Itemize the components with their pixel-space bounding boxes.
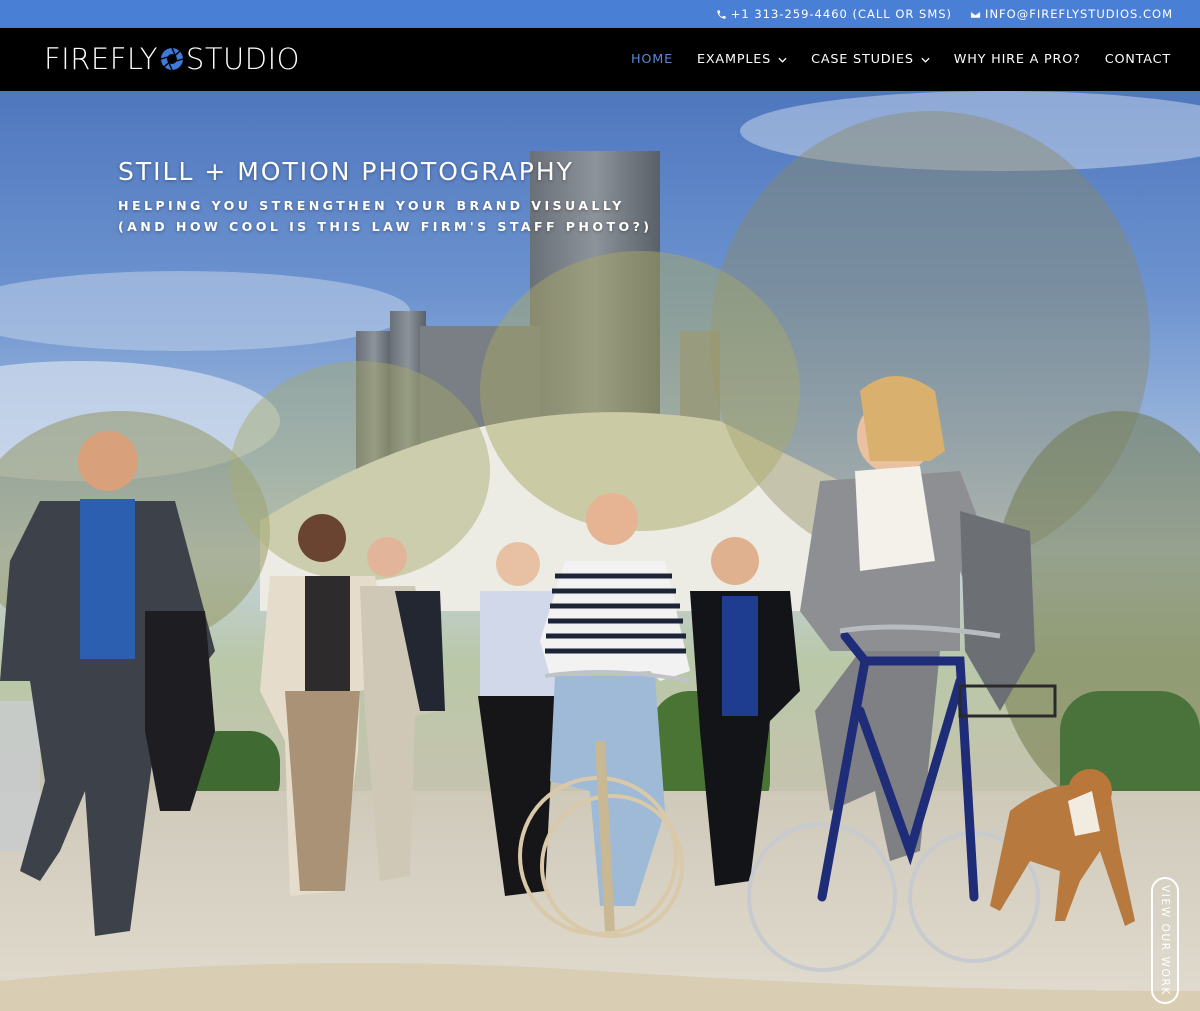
nav-case-studies-label: CASE STUDIES	[811, 52, 914, 67]
logo-text-firefly: FIREFLY	[44, 42, 158, 76]
hero-subtitle-line2: (AND HOW COOL IS THIS LAW FIRM'S STAFF P…	[118, 219, 653, 234]
hero-section: STILL + MOTION PHOTOGRAPHY HELPING YOU S…	[0, 91, 1200, 1011]
logo-text-studio: STUDIO	[185, 42, 300, 76]
nav-case-studies[interactable]: CASE STUDIES	[811, 52, 930, 67]
envelope-icon	[970, 10, 981, 18]
nav-why-hire[interactable]: WHY HIRE A PRO?	[954, 52, 1081, 67]
hero-subtitle-line1: HELPING YOU STRENGTHEN YOUR BRAND VISUAL…	[118, 198, 625, 213]
top-contact-bar: +1 313-259-4460 (CALL OR SMS) INFO@FIREF…	[0, 0, 1200, 28]
main-header: FIREFLY STUDIO HOME EXAMPLES CASE STUDIE…	[0, 28, 1200, 91]
phone-text: +1 313-259-4460 (CALL OR SMS)	[730, 7, 953, 21]
site-logo[interactable]: FIREFLY STUDIO	[44, 42, 300, 76]
chevron-down-icon	[778, 57, 787, 63]
chevron-down-icon	[921, 57, 930, 63]
main-nav: HOME EXAMPLES CASE STUDIES WHY HIRE A PR…	[631, 28, 1171, 91]
view-our-work-button[interactable]: VIEW OUR WORK	[1151, 877, 1179, 1004]
nav-examples-label: EXAMPLES	[696, 52, 772, 67]
phone-link[interactable]: +1 313-259-4460 (CALL OR SMS)	[716, 7, 952, 21]
nav-why-hire-label: WHY HIRE A PRO?	[953, 52, 1081, 67]
hero-subtitle: HELPING YOU STRENGTHEN YOUR BRAND VISUAL…	[118, 195, 652, 237]
nav-home[interactable]: HOME	[631, 52, 673, 67]
hero-title: STILL + MOTION PHOTOGRAPHY	[118, 157, 574, 186]
nav-examples[interactable]: EXAMPLES	[697, 52, 787, 67]
phone-icon	[717, 9, 726, 19]
nav-contact[interactable]: CONTACT	[1105, 52, 1171, 67]
aperture-icon	[160, 47, 184, 71]
email-text: INFO@FIREFLYSTUDIOS.COM	[985, 7, 1173, 21]
email-link[interactable]: INFO@FIREFLYSTUDIOS.COM	[970, 7, 1173, 21]
nav-home-label: HOME	[630, 52, 673, 67]
view-our-work-label: VIEW OUR WORK	[1159, 885, 1171, 996]
nav-contact-label: CONTACT	[1104, 52, 1171, 67]
